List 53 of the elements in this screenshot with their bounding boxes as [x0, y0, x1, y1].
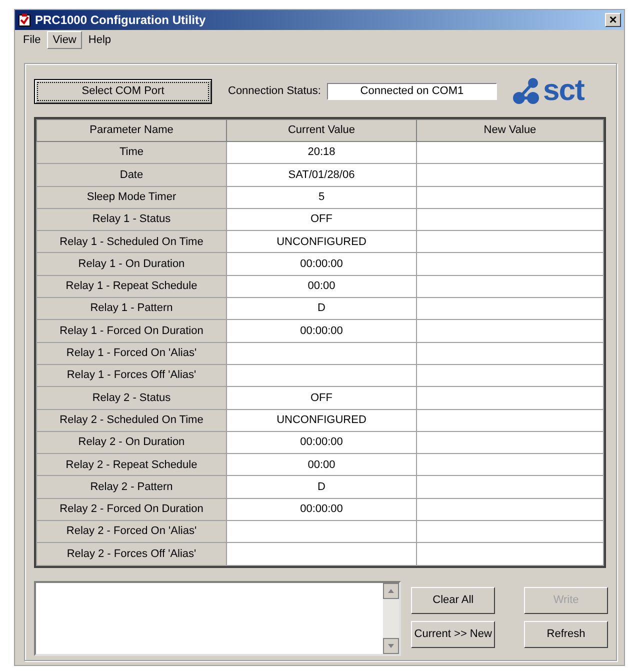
app-icon [18, 13, 31, 27]
scrollbar[interactable] [383, 582, 400, 654]
menu-item[interactable]: Help [82, 31, 118, 49]
parameter-name-cell: Relay 2 - Forced On Duration [36, 498, 226, 521]
table-cell: 00:00:00 [226, 431, 416, 454]
column-header: New Value [416, 120, 604, 142]
table-cell: 00:00:00 [226, 320, 416, 342]
table-cell: 5 [226, 186, 416, 208]
table-cell: 00:00 [226, 454, 416, 476]
parameter-name-cell: Relay 2 - Pattern [36, 476, 226, 498]
parameter-name-cell: Relay 1 - Forced On Duration [36, 320, 226, 342]
table-cell: SAT/01/28/06 [226, 164, 416, 186]
table-cell: UNCONFIGURED [226, 409, 416, 432]
parameter-name-cell: Relay 2 - Repeat Schedule [36, 454, 226, 476]
table-cell: D [226, 476, 416, 498]
table-cell: D [226, 298, 416, 320]
parameter-name-cell: Sleep Mode Timer [36, 186, 226, 208]
action-button[interactable]: Refresh [524, 620, 608, 648]
parameter-name-cell: Relay 1 - Forced On 'Alias' [36, 342, 226, 364]
parameter-name-cell: Date [36, 164, 226, 186]
parameter-name-cell: Relay 2 - Scheduled On Time [36, 409, 226, 432]
parameter-name-cell: Relay 2 - Forced On 'Alias' [36, 520, 226, 543]
table-cell: 00:00:00 [226, 252, 416, 276]
menu-item[interactable]: View [46, 31, 82, 49]
menu-item[interactable]: File [17, 31, 47, 49]
parameter-name-cell: Relay 1 - Pattern [36, 298, 226, 320]
table-cell: OFF [226, 208, 416, 231]
column-header: Parameter Name [36, 120, 226, 142]
parameter-name-cell: Relay 1 - Status [36, 208, 226, 231]
parameter-name-cell: Relay 1 - Repeat Schedule [36, 275, 226, 298]
parameter-name-cell: Relay 2 - Forces Off 'Alias' [36, 542, 226, 566]
scroll-up-icon[interactable] [383, 582, 400, 599]
column-header: Current Value [226, 120, 416, 142]
action-button[interactable]: Clear All [411, 586, 496, 614]
table-cell: OFF [226, 386, 416, 410]
action-button[interactable]: Current >> New [411, 620, 496, 648]
parameter-name-cell: Relay 1 - Scheduled On Time [36, 230, 226, 253]
connection-status-label: Connection Status: [228, 84, 321, 99]
parameter-name-cell: Relay 1 - On Duration [36, 252, 226, 276]
logo-text: sct [542, 77, 584, 105]
scroll-down-icon[interactable] [383, 638, 400, 654]
parameter-name-cell: Relay 2 - Status [36, 386, 226, 410]
parameter-name-cell: Time [36, 142, 226, 164]
window-title: PRC1000 Configuration Utility [35, 12, 207, 29]
table-cell: 20:18 [226, 142, 416, 164]
select-com-port-button[interactable]: Select COM Port [34, 78, 212, 104]
table-cell: UNCONFIGURED [226, 230, 416, 253]
parameter-name-cell: Relay 2 - On Duration [36, 431, 226, 454]
connection-status-field: Connected on COM1 [326, 82, 497, 100]
close-button[interactable]: × [605, 13, 621, 27]
parameter-name-cell: Relay 1 - Forces Off 'Alias' [36, 364, 226, 387]
table-cell: 00:00:00 [226, 498, 416, 521]
table-cell: 00:00 [226, 275, 416, 298]
